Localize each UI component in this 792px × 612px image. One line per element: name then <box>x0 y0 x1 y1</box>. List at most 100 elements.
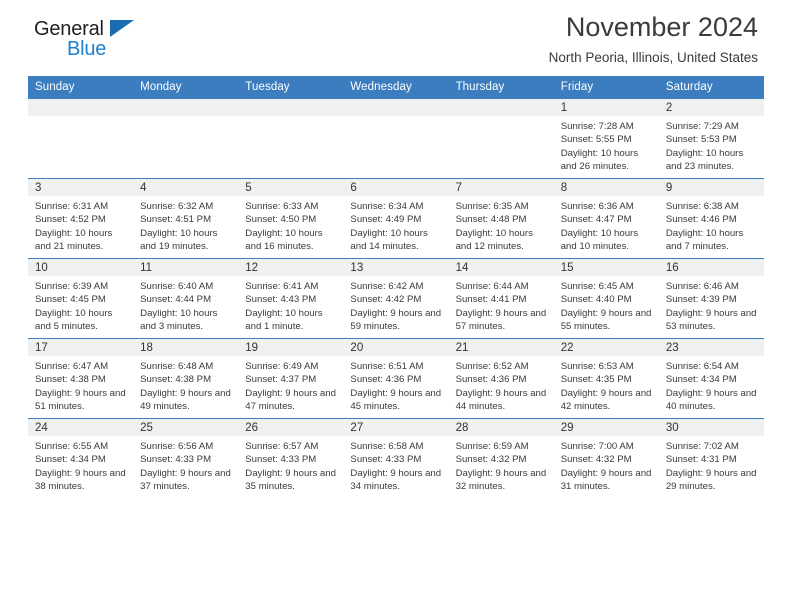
calendar-day-cell[interactable]: 26 Sunrise: 6:57 AM Sunset: 4:33 PM Dayligh… <box>238 418 344 498</box>
sunset-text: Sunset: 4:43 PM <box>245 294 317 306</box>
sun-info: Sunrise: 7:00 AM Sunset: 4:32 PM Daylight:… <box>554 436 659 493</box>
calendar-day-cell[interactable]: 25 Sunrise: 6:56 AM Sunset: 4:33 PM Dayligh… <box>133 418 239 498</box>
daylight-text: Daylight: 9 hours and 31 minutes. <box>560 467 652 492</box>
column-header-wednesday: Wednesday <box>343 76 449 99</box>
logo-text-blue: Blue <box>67 38 107 60</box>
sunset-text: Sunset: 4:36 PM <box>350 374 422 386</box>
day-cell-content: 6 Sunrise: 6:34 AM Sunset: 4:49 PM Daylight… <box>343 179 449 258</box>
day-cell-content: 30 Sunrise: 7:02 AM Sunset: 4:31 PM Dayligh… <box>658 419 764 498</box>
daylight-text: Daylight: 9 hours and 29 minutes. <box>665 467 757 492</box>
calendar-day-cell[interactable]: 28 Sunrise: 6:59 AM Sunset: 4:32 PM Dayligh… <box>448 418 554 498</box>
calendar-day-cell[interactable]: 12 Sunrise: 6:41 AM Sunset: 4:43 PM Dayligh… <box>238 258 344 339</box>
sunrise-text: Sunrise: 6:44 AM <box>455 281 529 292</box>
day-number: 24 <box>28 419 134 436</box>
calendar-day-cell[interactable]: 24 Sunrise: 6:55 AM Sunset: 4:34 PM Dayligh… <box>28 418 134 498</box>
day-number: 16 <box>658 259 764 276</box>
calendar-week-row: 1 Sunrise: 7:28 AM Sunset: 5:55 PM Daylight… <box>28 98 764 179</box>
calendar-day-cell[interactable]: 16 Sunrise: 6:46 AM Sunset: 4:39 PM Dayligh… <box>658 258 764 339</box>
sun-info: Sunrise: 6:45 AM Sunset: 4:40 PM Daylight:… <box>554 276 659 333</box>
calendar-page: General Blue November 2024 North Peoria,… <box>0 0 792 612</box>
day-cell-content: 29 Sunrise: 7:00 AM Sunset: 4:32 PM Dayligh… <box>553 419 659 498</box>
sun-info: Sunrise: 6:47 AM Sunset: 4:38 PM Daylight:… <box>28 356 133 413</box>
page-header: General Blue November 2024 North Peoria,… <box>28 0 764 76</box>
calendar-day-cell[interactable]: 23 Sunrise: 6:54 AM Sunset: 4:34 PM Dayligh… <box>658 338 764 419</box>
sunset-text: Sunset: 4:34 PM <box>35 454 106 466</box>
sun-info: Sunrise: 6:32 AM Sunset: 4:51 PM Daylight:… <box>133 196 238 253</box>
logo-triangle-icon <box>110 20 134 37</box>
daylight-text: Daylight: 10 hours and 10 minutes. <box>560 227 639 252</box>
sunrise-text: Sunrise: 6:36 AM <box>560 201 634 212</box>
calendar-day-cell[interactable]: 4 Sunrise: 6:32 AM Sunset: 4:51 PM Daylight… <box>133 178 239 259</box>
calendar-day-cell[interactable]: 22 Sunrise: 6:53 AM Sunset: 4:35 PM Dayligh… <box>553 338 659 419</box>
day-cell-content: 16 Sunrise: 6:46 AM Sunset: 4:39 PM Dayligh… <box>658 259 764 338</box>
page-subtitle: North Peoria, Illinois, United States <box>548 50 758 65</box>
calendar-day-cell[interactable]: 7 Sunrise: 6:35 AM Sunset: 4:48 PM Daylight… <box>448 178 554 259</box>
column-header-saturday: Saturday <box>658 76 764 99</box>
daylight-text: Daylight: 9 hours and 45 minutes. <box>350 387 442 412</box>
day-number: 25 <box>133 419 239 436</box>
sunset-text: Sunset: 4:35 PM <box>560 374 632 386</box>
calendar-day-cell[interactable]: 1 Sunrise: 7:28 AM Sunset: 5:55 PM Daylight… <box>553 98 659 179</box>
calendar-week-row: 10 Sunrise: 6:39 AM Sunset: 4:45 PM Dayligh… <box>28 258 764 339</box>
day-cell-content: 15 Sunrise: 6:45 AM Sunset: 4:40 PM Dayligh… <box>553 259 659 338</box>
calendar-day-cell[interactable]: 15 Sunrise: 6:45 AM Sunset: 4:40 PM Dayligh… <box>553 258 659 339</box>
sunrise-text: Sunrise: 6:54 AM <box>665 361 739 372</box>
sunset-text: Sunset: 4:36 PM <box>455 374 527 386</box>
sunrise-text: Sunrise: 6:48 AM <box>140 361 214 372</box>
calendar-day-cell[interactable]: 14 Sunrise: 6:44 AM Sunset: 4:41 PM Dayligh… <box>448 258 554 339</box>
sunrise-text: Sunrise: 6:35 AM <box>455 201 529 212</box>
sunrise-text: Sunrise: 7:28 AM <box>560 121 634 132</box>
calendar-day-cell[interactable]: 8 Sunrise: 6:36 AM Sunset: 4:47 PM Daylight… <box>553 178 659 259</box>
day-cell-content <box>343 99 449 178</box>
daylight-text: Daylight: 9 hours and 55 minutes. <box>560 307 652 332</box>
calendar-day-cell[interactable]: 6 Sunrise: 6:34 AM Sunset: 4:49 PM Daylight… <box>343 178 449 259</box>
day-number: 6 <box>343 179 449 196</box>
sun-info: Sunrise: 6:46 AM Sunset: 4:39 PM Daylight:… <box>659 276 764 333</box>
sunrise-text: Sunrise: 6:49 AM <box>245 361 319 372</box>
day-cell-content: 11 Sunrise: 6:40 AM Sunset: 4:44 PM Dayligh… <box>133 259 239 338</box>
calendar-day-cell[interactable]: 13 Sunrise: 6:42 AM Sunset: 4:42 PM Dayligh… <box>343 258 449 339</box>
calendar-day-cell[interactable]: 30 Sunrise: 7:02 AM Sunset: 4:31 PM Dayligh… <box>658 418 764 498</box>
sunrise-text: Sunrise: 6:33 AM <box>245 201 319 212</box>
daylight-text: Daylight: 9 hours and 37 minutes. <box>140 467 231 492</box>
calendar-day-cell[interactable]: 11 Sunrise: 6:40 AM Sunset: 4:44 PM Dayligh… <box>133 258 239 339</box>
calendar-day-cell[interactable]: 21 Sunrise: 6:52 AM Sunset: 4:36 PM Dayligh… <box>448 338 554 419</box>
sun-info: Sunrise: 6:58 AM Sunset: 4:33 PM Daylight:… <box>343 436 448 493</box>
day-number: 1 <box>553 99 659 116</box>
sunset-text: Sunset: 4:51 PM <box>140 214 212 226</box>
daylight-text: Daylight: 10 hours and 3 minutes. <box>140 307 218 332</box>
day-number: 2 <box>658 99 764 116</box>
calendar-day-cell[interactable]: 17 Sunrise: 6:47 AM Sunset: 4:38 PM Dayligh… <box>28 338 134 419</box>
calendar-day-cell[interactable]: 18 Sunrise: 6:48 AM Sunset: 4:38 PM Dayligh… <box>133 338 239 419</box>
calendar-day-cell[interactable]: 29 Sunrise: 7:00 AM Sunset: 4:32 PM Dayligh… <box>553 418 659 498</box>
calendar-day-cell[interactable]: 10 Sunrise: 6:39 AM Sunset: 4:45 PM Dayligh… <box>28 258 134 339</box>
sun-info: Sunrise: 6:59 AM Sunset: 4:32 PM Daylight:… <box>449 436 554 493</box>
calendar-week-row: 24 Sunrise: 6:55 AM Sunset: 4:34 PM Dayligh… <box>28 418 764 498</box>
page-title: November 2024 <box>565 12 758 42</box>
sun-info: Sunrise: 7:29 AM Sunset: 5:53 PM Daylight:… <box>659 116 764 173</box>
day-cell-content: 9 Sunrise: 6:38 AM Sunset: 4:46 PM Daylight… <box>658 179 764 258</box>
sunrise-text: Sunrise: 6:57 AM <box>245 441 319 452</box>
day-number: 26 <box>238 419 344 436</box>
calendar-day-cell[interactable]: 19 Sunrise: 6:49 AM Sunset: 4:37 PM Dayligh… <box>238 338 344 419</box>
calendar-body: 1 Sunrise: 7:28 AM Sunset: 5:55 PM Daylight… <box>28 98 764 498</box>
calendar-day-cell[interactable]: 2 Sunrise: 7:29 AM Sunset: 5:53 PM Daylight… <box>658 98 764 179</box>
sun-info: Sunrise: 6:41 AM Sunset: 4:43 PM Daylight:… <box>238 276 343 333</box>
sun-info: Sunrise: 6:51 AM Sunset: 4:36 PM Daylight:… <box>343 356 448 413</box>
daylight-text: Daylight: 9 hours and 49 minutes. <box>140 387 231 412</box>
calendar-day-cell[interactable]: 20 Sunrise: 6:51 AM Sunset: 4:36 PM Dayligh… <box>343 338 449 419</box>
daylight-text: Daylight: 9 hours and 35 minutes. <box>245 467 336 492</box>
sun-info: Sunrise: 6:52 AM Sunset: 4:36 PM Daylight:… <box>449 356 554 413</box>
day-number: 22 <box>553 339 659 356</box>
calendar-day-cell[interactable]: 9 Sunrise: 6:38 AM Sunset: 4:46 PM Daylight… <box>658 178 764 259</box>
calendar-day-cell[interactable]: 27 Sunrise: 6:58 AM Sunset: 4:33 PM Dayligh… <box>343 418 449 498</box>
daylight-text: Daylight: 9 hours and 57 minutes. <box>455 307 547 332</box>
daylight-text: Daylight: 10 hours and 14 minutes. <box>350 227 428 252</box>
daylight-text: Daylight: 10 hours and 23 minutes. <box>665 147 744 172</box>
day-cell-content: 19 Sunrise: 6:49 AM Sunset: 4:37 PM Dayligh… <box>238 339 344 418</box>
daylight-text: Daylight: 9 hours and 38 minutes. <box>35 467 126 492</box>
calendar-day-cell[interactable]: 5 Sunrise: 6:33 AM Sunset: 4:50 PM Daylight… <box>238 178 344 259</box>
generalblue-logo[interactable]: General Blue <box>34 18 154 66</box>
calendar-day-cell[interactable]: 3 Sunrise: 6:31 AM Sunset: 4:52 PM Daylight… <box>28 178 134 259</box>
calendar-day-cell-empty <box>133 98 239 179</box>
